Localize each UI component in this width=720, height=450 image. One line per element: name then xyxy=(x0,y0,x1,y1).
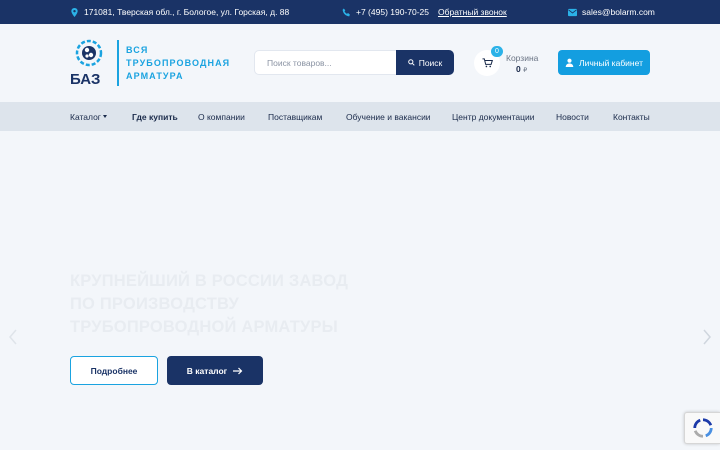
cart-amount: 0 ₽ xyxy=(516,64,527,74)
mail-icon xyxy=(568,8,577,16)
email-text[interactable]: sales@bolarm.com xyxy=(582,7,655,17)
to-catalog-button[interactable]: В каталог xyxy=(167,356,263,385)
phone-text[interactable]: +7 (495) 190-70-25 xyxy=(356,7,429,17)
personal-account-button[interactable]: Личный кабинет xyxy=(558,50,650,75)
main-nav: Каталог Где купить О компании Поставщика… xyxy=(0,102,720,131)
search-form: Поиск xyxy=(254,50,454,75)
address-text: 171081, Тверская обл., г. Бологое, ул. Г… xyxy=(84,7,290,17)
arrow-right-icon xyxy=(233,367,243,374)
nav-item-about[interactable]: О компании xyxy=(198,102,245,131)
cart-count-badge: 0 xyxy=(491,46,503,57)
search-input[interactable] xyxy=(254,50,396,75)
nav-item-catalog[interactable]: Каталог xyxy=(70,102,107,131)
user-icon xyxy=(565,58,574,67)
nav-item-where-to-buy[interactable]: Где купить xyxy=(132,102,178,131)
nav-item-news[interactable]: Новости xyxy=(556,102,589,131)
tagline-line-3: арматура xyxy=(126,71,184,81)
cart-icon xyxy=(482,58,493,68)
nav-item-documents[interactable]: Центр документации xyxy=(452,102,535,131)
more-button[interactable]: Подробнее xyxy=(70,356,158,385)
recaptcha-badge[interactable] xyxy=(684,412,720,444)
tagline-line-2: трубопроводная xyxy=(126,58,231,68)
location-pin-icon xyxy=(71,7,78,17)
company-logo[interactable]: БАЗ xyxy=(70,38,120,88)
nav-item-contacts[interactable]: Контакты xyxy=(613,102,650,131)
personal-account-label: Личный кабинет xyxy=(579,57,643,68)
phone-icon xyxy=(342,7,350,16)
email-link[interactable]: sales@bolarm.com xyxy=(568,0,655,24)
slider-prev-icon[interactable] xyxy=(8,329,18,345)
cart-currency: ₽ xyxy=(523,67,528,74)
to-catalog-label: В каталог xyxy=(186,365,228,376)
address: 171081, Тверская обл., г. Бологое, ул. Г… xyxy=(70,0,289,24)
search-button[interactable]: Поиск xyxy=(396,50,454,75)
cart-label: Корзина xyxy=(506,53,539,63)
hero-title-line-2: по производству xyxy=(70,295,239,313)
cart[interactable]: 0 Корзина 0 ₽ xyxy=(474,46,554,76)
hero-title: Крупнейший в России завод по производств… xyxy=(70,270,370,339)
top-bar: 171081, Тверская обл., г. Бологое, ул. Г… xyxy=(0,0,720,24)
tagline-line-1: Вся xyxy=(126,45,149,55)
hero-title-line-3: трубопроводной арматуры xyxy=(70,318,339,336)
search-button-label: Поиск xyxy=(418,57,443,68)
search-icon xyxy=(407,59,415,66)
callback-link[interactable]: Обратный звонок xyxy=(438,0,507,24)
recaptcha-icon xyxy=(692,418,713,438)
chevron-down-icon xyxy=(102,115,107,118)
nav-item-suppliers[interactable]: Поставщикам xyxy=(268,102,322,131)
hero-title-line-1: Крупнейший в России завод xyxy=(70,272,349,290)
logo-text: БАЗ xyxy=(70,71,100,88)
nav-catalog-label: Каталог xyxy=(70,111,101,122)
header: БАЗ Вся трубопроводная арматура Поиск 0 … xyxy=(0,24,720,102)
logo-divider xyxy=(117,40,119,86)
cart-amount-value: 0 xyxy=(516,64,521,74)
phone-link[interactable]: +7 (495) 190-70-25 xyxy=(342,0,429,24)
nav-item-training[interactable]: Обучение и вакансии xyxy=(346,102,431,131)
slider-next-icon[interactable] xyxy=(702,329,712,345)
tagline: Вся трубопроводная арматура xyxy=(126,44,230,83)
hero-slider: Крупнейший в России завод по производств… xyxy=(0,131,720,450)
